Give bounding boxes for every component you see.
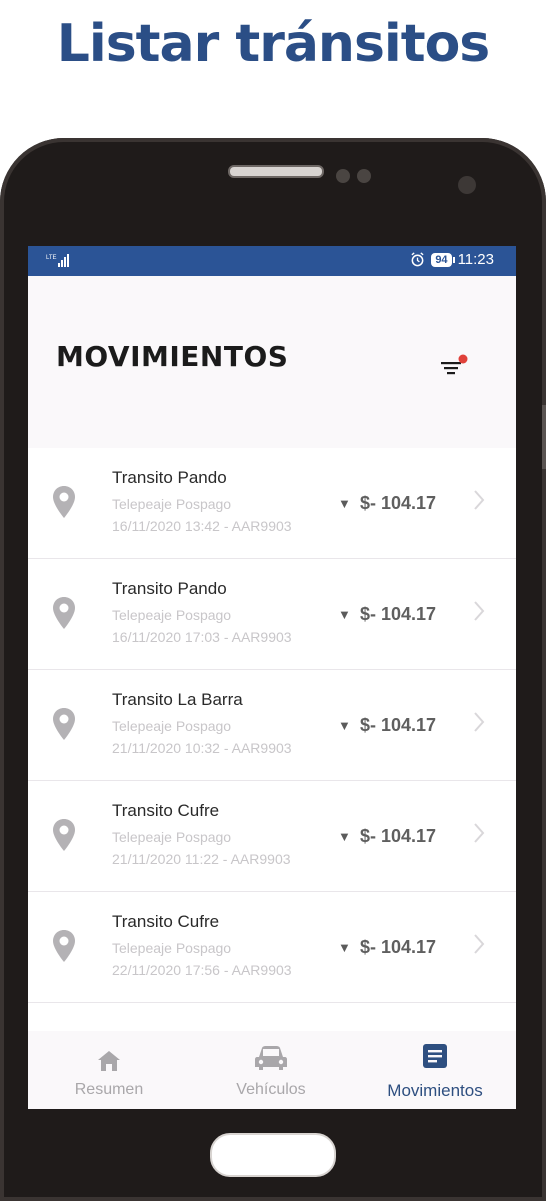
expand-caret-icon[interactable]: ▼ — [338, 718, 351, 733]
transaction-meta: 21/11/2020 10:32 - AAR9903 — [112, 740, 292, 756]
alarm-icon — [411, 252, 424, 267]
transaction-row[interactable]: Transito Cufre Telepeaje Pospago 21/11/2… — [28, 781, 516, 892]
transaction-type: Telepeaje Pospago — [112, 496, 232, 512]
transaction-name: Transito La Barra — [112, 690, 243, 709]
transaction-name: Transito Pando — [112, 579, 227, 598]
location-pin-icon — [53, 930, 75, 962]
tab-label: Resumen — [74, 1081, 144, 1098]
chevron-right-icon[interactable] — [472, 932, 486, 956]
expand-caret-icon[interactable]: ▼ — [338, 829, 351, 844]
transaction-meta: 21/11/2020 11:22 - AAR9903 — [112, 851, 291, 867]
tab-resumen[interactable]: Resumen — [28, 1031, 190, 1109]
phone-speaker — [228, 165, 324, 178]
chevron-right-icon[interactable] — [472, 710, 486, 734]
page-title: MOVIMIENTOS — [56, 340, 289, 373]
transaction-meta: 22/11/2020 17:56 - AAR9903 — [112, 962, 292, 978]
transaction-type: Telepeaje Pospago — [112, 607, 232, 623]
transaction-amount: $- 104.17 — [360, 937, 437, 957]
tab-movimientos[interactable]: Movimientos — [354, 1031, 516, 1109]
headline: Listar tránsitos — [56, 14, 491, 74]
location-pin-icon — [53, 819, 75, 851]
location-pin-icon — [53, 708, 75, 740]
chevron-right-icon[interactable] — [472, 821, 486, 845]
home-button[interactable] — [210, 1133, 336, 1177]
location-pin-icon — [53, 597, 75, 629]
bottom-tab-bar: Resumen Vehículos Movimientos — [28, 1031, 516, 1109]
transaction-amount: $- 104.17 — [360, 826, 437, 846]
transaction-name: Transito Cufre — [112, 912, 220, 931]
phone-sensor — [357, 169, 371, 183]
expand-caret-icon[interactable]: ▼ — [338, 607, 351, 622]
phone-camera — [458, 176, 476, 194]
phone-side-button — [542, 405, 546, 469]
expand-caret-icon[interactable]: ▼ — [338, 940, 351, 955]
tab-label: Vehículos — [236, 1081, 306, 1098]
phone-sensor — [336, 169, 350, 183]
app-screen: LTE 94 11:23 MOVIMIENTOS Transito Pando … — [28, 246, 516, 1109]
filter-icon[interactable] — [436, 352, 470, 380]
svg-text:LTE: LTE — [46, 255, 57, 261]
tab-label: Movimientos — [387, 1081, 483, 1100]
transaction-row[interactable]: Transito La Barra Telepeaje Pospago 21/1… — [28, 670, 516, 781]
transaction-list: Transito Pando Telepeaje Pospago 16/11/2… — [28, 448, 516, 1044]
transaction-amount: $- 104.17 — [360, 715, 437, 735]
filter-badge — [458, 354, 468, 364]
chevron-right-icon[interactable] — [472, 488, 486, 512]
status-bar: LTE 94 11:23 — [28, 246, 516, 276]
transaction-amount: $- 104.17 — [360, 604, 437, 624]
transaction-meta: 16/11/2020 13:42 - AAR9903 — [112, 518, 292, 534]
clock: 11:23 — [457, 251, 494, 268]
home-icon — [98, 1051, 120, 1071]
transaction-meta: 16/11/2020 17:03 - AAR9903 — [112, 629, 292, 645]
transaction-type: Telepeaje Pospago — [112, 718, 232, 734]
expand-caret-icon[interactable]: ▼ — [338, 496, 351, 511]
battery-icon: 94 — [431, 252, 455, 267]
document-icon — [423, 1044, 447, 1068]
transaction-name: Transito Pando — [112, 468, 227, 487]
car-icon — [255, 1046, 287, 1070]
chevron-right-icon[interactable] — [472, 599, 486, 623]
location-pin-icon — [53, 486, 75, 518]
transaction-amount: $- 104.17 — [360, 493, 437, 513]
tab-vehiculos[interactable]: Vehículos — [190, 1031, 352, 1109]
transaction-row[interactable]: Transito Pando Telepeaje Pospago 16/11/2… — [28, 448, 516, 559]
transaction-type: Telepeaje Pospago — [112, 829, 232, 845]
transaction-row[interactable]: Transito Pando Telepeaje Pospago 16/11/2… — [28, 559, 516, 670]
signal-icon: LTE — [46, 254, 69, 267]
transaction-name: Transito Cufre — [112, 801, 220, 820]
transaction-row[interactable]: Transito Cufre Telepeaje Pospago 22/11/2… — [28, 892, 516, 1003]
transaction-type: Telepeaje Pospago — [112, 940, 232, 956]
